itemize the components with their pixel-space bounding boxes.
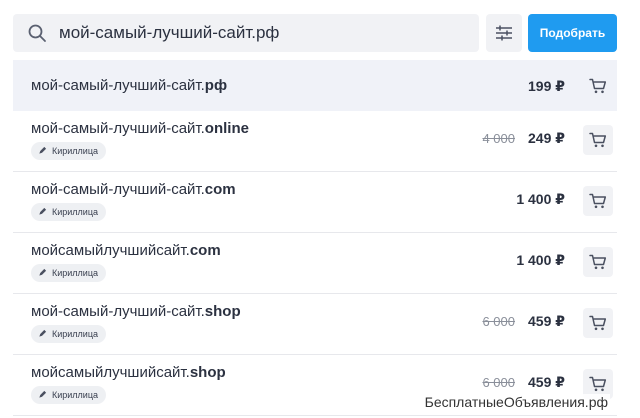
- add-to-cart-button[interactable]: [583, 308, 613, 338]
- pen-icon: [38, 207, 47, 218]
- pick-button[interactable]: Подобрать: [528, 14, 617, 52]
- price: 459 ₽: [528, 374, 565, 390]
- domain-zone: com: [189, 242, 221, 259]
- domain-name-base: мой-самый-лучший-сайт.: [31, 120, 205, 137]
- domain-name-base: мойсамыйлучшийсайт.: [31, 242, 190, 259]
- search-row: Подобрать: [13, 14, 617, 52]
- pen-icon: [38, 329, 47, 340]
- filter-button[interactable]: [486, 14, 522, 52]
- domain-zone: online: [204, 120, 249, 137]
- domain-name-base: мой-самый-лучший-сайт.: [31, 77, 205, 94]
- cyrillic-badge: Кириллица: [31, 264, 106, 282]
- domain-name-base: мойсамыйлучшийсайт.: [31, 364, 190, 381]
- result-row[interactable]: мой-самый-лучший-сайт.com Кириллица 1 400 …: [13, 172, 617, 233]
- cart-icon: [589, 193, 607, 209]
- result-row[interactable]: мой-самый-лучший-сайт.рф 199 ₽: [13, 60, 617, 111]
- cart-icon: [589, 376, 607, 392]
- watermark: БесплатныеОбъявления.рф: [422, 394, 610, 410]
- add-to-cart-button[interactable]: [583, 71, 613, 101]
- result-row[interactable]: мой-самый-лучший-сайт.shop Кириллица 6 000…: [13, 294, 617, 355]
- add-to-cart-button[interactable]: [583, 186, 613, 216]
- add-to-cart-button[interactable]: [583, 247, 613, 277]
- domain-name[interactable]: мой-самый-лучший-сайт.online: [31, 120, 249, 137]
- cyrillic-badge: Кириллица: [31, 325, 106, 343]
- badge-label: Кириллица: [52, 268, 98, 278]
- result-row[interactable]: мой-самый-лучший-сайт.online Кириллица 4 0…: [13, 111, 617, 172]
- price: 249 ₽: [528, 130, 565, 146]
- old-price: 4 000: [482, 131, 515, 146]
- badge-label: Кириллица: [52, 146, 98, 156]
- domain-name[interactable]: мой-самый-лучший-сайт.shop: [31, 303, 241, 320]
- badge-label: Кириллица: [52, 329, 98, 339]
- price: 1 400 ₽: [516, 252, 565, 268]
- old-price: 6 000: [482, 314, 515, 329]
- price: 459 ₽: [528, 313, 565, 329]
- domain-name[interactable]: мойсамыйлучшийсайт.shop: [31, 364, 226, 381]
- add-to-cart-button[interactable]: [583, 125, 613, 155]
- badge-label: Кириллица: [52, 390, 98, 400]
- domain-zone: shop: [189, 364, 226, 381]
- cyrillic-badge: Кириллица: [31, 142, 106, 160]
- search-icon: [28, 24, 46, 42]
- search-box[interactable]: [13, 14, 479, 52]
- domain-name[interactable]: мой-самый-лучший-сайт.рф: [31, 77, 227, 94]
- price: 1 400 ₽: [516, 191, 565, 207]
- filter-icon: [496, 25, 512, 41]
- pen-icon: [38, 268, 47, 279]
- badge-label: Кириллица: [52, 207, 98, 217]
- pen-icon: [38, 390, 47, 401]
- domain-name-base: мой-самый-лучший-сайт.: [31, 303, 205, 320]
- domain-zone: рф: [204, 77, 228, 94]
- search-input[interactable]: [59, 14, 469, 52]
- domain-name-base: мой-самый-лучший-сайт.: [31, 181, 205, 198]
- domain-zone: shop: [204, 303, 241, 320]
- cart-icon: [589, 132, 607, 148]
- cart-icon: [589, 78, 607, 94]
- cart-icon: [589, 315, 607, 331]
- old-price: 6 000: [482, 375, 515, 390]
- price: 199 ₽: [528, 78, 565, 94]
- results-list: мой-самый-лучший-сайт.рф 199 ₽ мой-самый-л…: [13, 60, 617, 416]
- result-row[interactable]: мойсамыйлучшийсайт.com Кириллица 1 400 ₽: [13, 233, 617, 294]
- cart-icon: [589, 254, 607, 270]
- cyrillic-badge: Кириллица: [31, 386, 106, 404]
- pen-icon: [38, 146, 47, 157]
- domain-name[interactable]: мойсамыйлучшийсайт.com: [31, 242, 221, 259]
- domain-name[interactable]: мой-самый-лучший-сайт.com: [31, 181, 236, 198]
- domain-zone: com: [204, 181, 236, 198]
- cyrillic-badge: Кириллица: [31, 203, 106, 221]
